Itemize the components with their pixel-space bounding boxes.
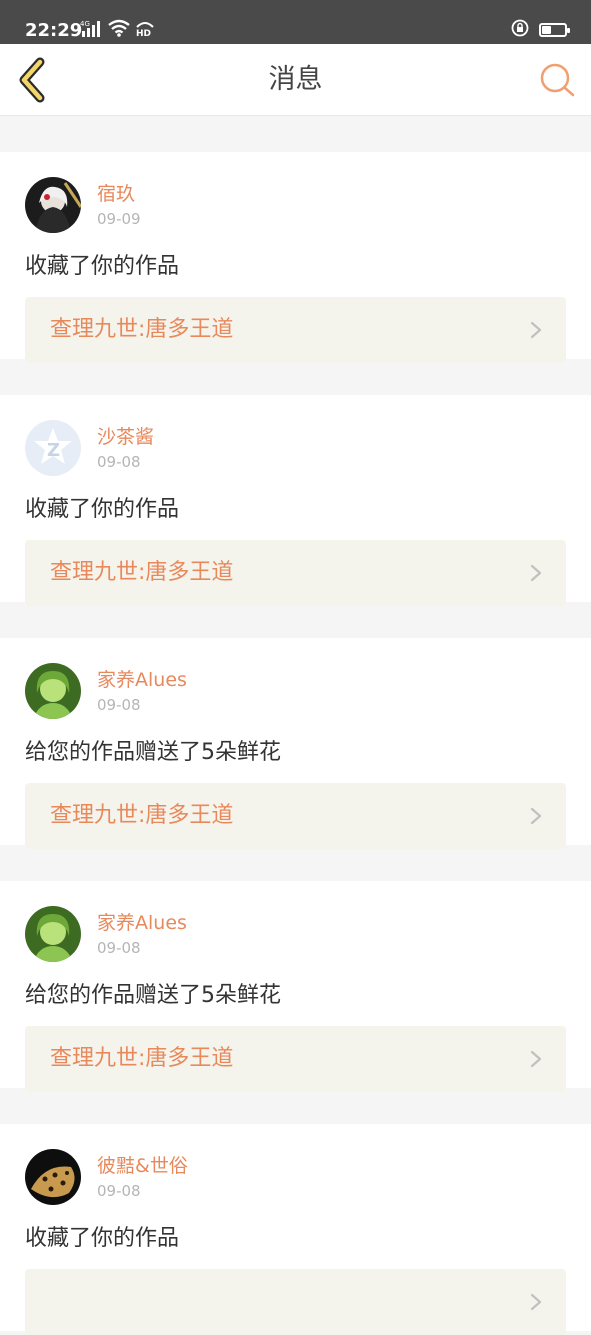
network-type-label: 4G [80,20,90,28]
message-text: 收藏了你的作品 [25,254,180,279]
message-card: 家养Alues 09-08 给您的作品赠送了5朵鲜花查理九世:唐多王道 [0,638,591,849]
user-name[interactable]: 宿玖 [97,183,135,205]
message-card: Z 沙茶酱 09-08 收藏了你的作品查理九世:唐多王道 [0,395,591,606]
app-header: 消息 [0,44,591,116]
message-date: 09-08 [97,453,141,471]
message-text: 给您的作品赠送了5朵鲜花 [25,983,281,1008]
message-text: 收藏了你的作品 [25,1226,180,1251]
svg-text:Z: Z [47,440,60,461]
work-title: 查理九世:唐多王道 [50,560,234,585]
chevron-right-icon [528,320,544,340]
chevron-right-icon [528,1292,544,1312]
search-button[interactable] [537,60,577,100]
user-avatar[interactable] [25,177,81,233]
chevron-right-icon [528,563,544,583]
message-card: 彼黠&世俗 09-08 收藏了你的作品 [0,1124,591,1335]
battery-icon [539,23,570,37]
message-card: 宿玖 09-09 收藏了你的作品查理九世:唐多王道 [0,152,591,363]
user-name[interactable]: 沙茶酱 [97,426,154,448]
chevron-right-icon [528,806,544,826]
message-date: 09-08 [97,939,141,957]
message-date: 09-09 [97,210,141,228]
message-list: 宿玖 09-09 收藏了你的作品 查理九世:唐多王道 Z 沙茶酱 09-08 收藏了你的作品查… [0,116,591,1335]
wifi-icon [108,19,130,41]
work-link[interactable]: 查理九世:唐多王道 [25,1026,566,1092]
signal-icon: 4G [80,19,104,41]
work-title: 查理九世:唐多王道 [50,317,234,342]
work-title: 查理九世:唐多王道 [50,1046,234,1071]
hd-label: HD [136,29,151,37]
page-title: 消息 [268,64,323,95]
work-link[interactable]: 查理九世:唐多王道 [25,297,566,363]
status-time: 22:29 [25,20,83,41]
search-icon [537,63,577,104]
message-date: 09-08 [97,1182,141,1200]
user-name[interactable]: 家养Alues [97,912,187,934]
message-text: 收藏了你的作品 [25,497,180,522]
chevron-right-icon [528,1049,544,1069]
message-date: 09-08 [97,696,141,714]
user-avatar[interactable] [25,906,81,962]
message-text: 给您的作品赠送了5朵鲜花 [25,740,281,765]
work-link[interactable]: 查理九世:唐多王道 [25,783,566,849]
user-name[interactable]: 家养Alues [97,669,187,691]
hd-icon: HD [134,19,156,41]
user-avatar[interactable] [25,663,81,719]
status-icons-left: 4G HD [80,19,156,41]
status-bar: 22:29 4G HD [0,0,591,44]
battery-level [542,26,551,34]
message-card: 家养Alues 09-08 给您的作品赠送了5朵鲜花查理九世:唐多王道 [0,881,591,1092]
user-name[interactable]: 彼黠&世俗 [97,1155,188,1177]
work-title: 查理九世:唐多王道 [50,803,234,828]
user-avatar[interactable]: Z [25,420,81,476]
rotation-lock-icon [511,19,529,41]
user-avatar[interactable] [25,1149,81,1205]
work-link[interactable] [25,1269,566,1335]
work-link[interactable]: 查理九世:唐多王道 [25,540,566,606]
status-icons-right [511,19,570,41]
